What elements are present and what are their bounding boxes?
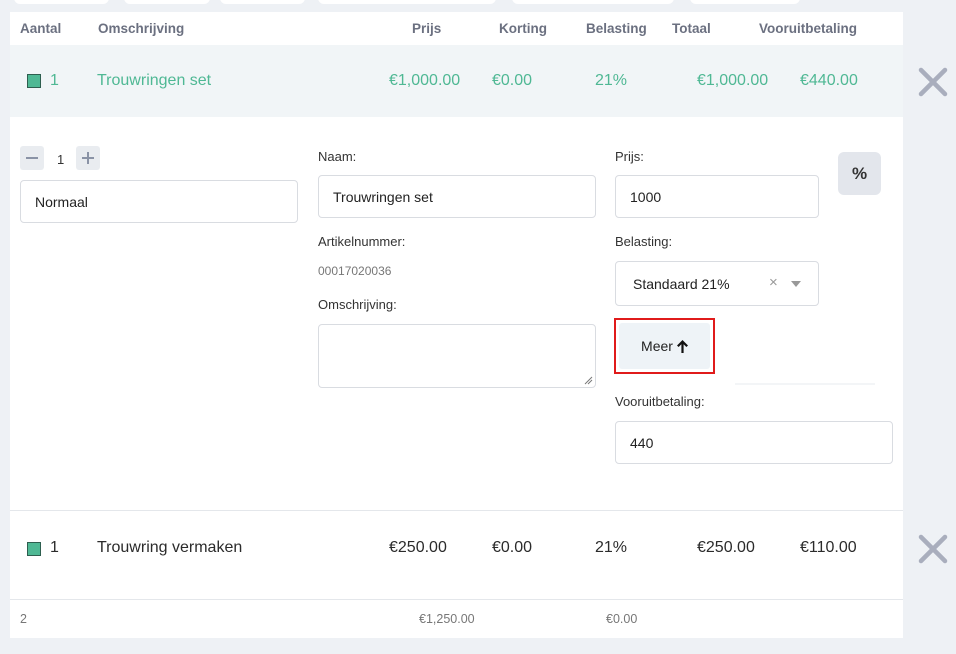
close-icon: [918, 534, 948, 564]
line-count: 2: [20, 612, 27, 626]
col-aantal: Aantal: [20, 21, 62, 36]
naam-input[interactable]: Trouwringen set: [318, 175, 596, 218]
totals-footer: 2 €1,250.00 €0.00: [10, 599, 903, 638]
increase-quantity-button[interactable]: [76, 146, 100, 170]
belasting-select-value: Standaard 21%: [633, 275, 730, 292]
row-prepayment: €440.00: [800, 72, 858, 89]
belasting-select[interactable]: Standaard 21% ×: [615, 261, 819, 306]
row-prepayment: €110.00: [800, 539, 857, 556]
chevron-down-icon[interactable]: [791, 281, 801, 287]
decrease-quantity-button[interactable]: [20, 146, 44, 170]
omschrijving-label: Omschrijving:: [318, 297, 397, 312]
remove-line-button[interactable]: [918, 534, 948, 564]
row-tax: 21%: [595, 539, 628, 556]
order-lines-panel: Aantal Omschrijving Prijs Korting Belast…: [10, 12, 903, 638]
row-color-marker: [27, 74, 41, 88]
row-discount: €0.00: [492, 539, 533, 556]
col-prijs: Prijs: [412, 21, 442, 36]
row-discount: €0.00: [492, 72, 533, 89]
vooruitbetaling-input[interactable]: 440: [615, 421, 893, 464]
hidden-divider: [735, 383, 875, 385]
meer-label: Meer: [641, 338, 673, 354]
total-discount: €0.00: [606, 612, 638, 626]
col-vooruitbetaling: Vooruitbetaling: [759, 21, 857, 36]
vooruitbetaling-input-value: 440: [630, 434, 654, 451]
naam-input-value: Trouwringen set: [333, 188, 433, 205]
line-type-field[interactable]: Normaal: [20, 180, 298, 223]
top-tab-strip: [0, 0, 956, 10]
plus-icon: [82, 152, 94, 164]
row-description: Trouwring vermaken: [97, 539, 243, 556]
total-price: €1,250.00: [419, 612, 475, 626]
meer-button-highlight: Meer: [614, 318, 715, 374]
prijs-input[interactable]: 1000: [615, 175, 819, 218]
omschrijving-textarea[interactable]: [318, 324, 596, 388]
col-korting: Korting: [499, 21, 547, 36]
prijs-label: Prijs:: [615, 149, 644, 164]
close-icon: [918, 67, 948, 97]
row-qty: 1: [50, 72, 59, 89]
table-row[interactable]: 1 Trouwring vermaken €250.00 €0.00 21% €…: [10, 510, 903, 598]
minus-icon: [26, 157, 38, 159]
row-total: €250.00: [697, 539, 755, 556]
col-belasting: Belasting: [586, 21, 647, 36]
row-description: Trouwringen set: [97, 72, 212, 89]
row-color-marker: [27, 542, 41, 556]
belasting-label: Belasting:: [615, 234, 673, 249]
resize-handle-icon[interactable]: [584, 376, 593, 385]
prijs-input-value: 1000: [630, 188, 662, 205]
percent-button[interactable]: %: [838, 152, 881, 195]
clear-selection-icon[interactable]: ×: [769, 274, 778, 291]
meer-button[interactable]: Meer: [619, 323, 710, 369]
percent-icon: %: [851, 163, 868, 183]
line-type-value: Normaal: [35, 193, 88, 210]
row-total: €1,000.00: [697, 72, 769, 89]
table-row[interactable]: 1 Trouwringen set €1,000.00 €0.00 21% €1…: [10, 45, 903, 117]
col-totaal: Totaal: [672, 21, 711, 36]
row-tax: 21%: [595, 72, 628, 89]
row-price: €1,000.00: [389, 72, 461, 89]
col-omschrijving: Omschrijving: [98, 21, 185, 36]
table-header: Aantal Omschrijving Prijs Korting Belast…: [10, 12, 903, 45]
row-price: €250.00: [389, 539, 447, 556]
quantity-value: 1: [57, 152, 65, 167]
naam-label: Naam:: [318, 149, 357, 164]
vooruitbetaling-label: Vooruitbetaling:: [615, 394, 705, 409]
row-qty: 1: [50, 539, 59, 556]
artikelnummer-value: 00017020036: [318, 264, 392, 278]
arrow-up-icon: [676, 339, 688, 353]
artikelnummer-label: Artikelnummer:: [318, 234, 406, 249]
remove-line-button[interactable]: [918, 67, 948, 97]
